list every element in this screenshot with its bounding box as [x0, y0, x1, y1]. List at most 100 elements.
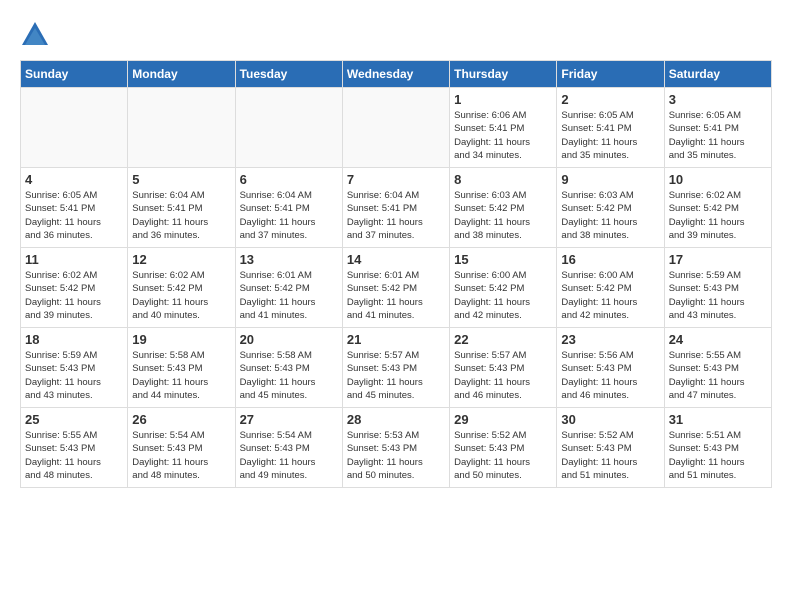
calendar-week-row: 1Sunrise: 6:06 AM Sunset: 5:41 PM Daylig…: [21, 88, 772, 168]
weekday-header: Monday: [128, 61, 235, 88]
calendar-cell: 30Sunrise: 5:52 AM Sunset: 5:43 PM Dayli…: [557, 408, 664, 488]
calendar-cell: 11 Sunrise: 6:02 AM Sunset: 5:42 PM Dayli…: [21, 248, 128, 328]
day-number: 22: [454, 332, 552, 347]
calendar-header-row: SundayMondayTuesdayWednesdayThursdayFrid…: [21, 61, 772, 88]
day-number: 1: [454, 92, 552, 107]
day-info: Sunrise: 6:01 AM Sunset: 5:42 PM Dayligh…: [240, 269, 338, 322]
day-info: Sunrise: 6:00 AM Sunset: 5:42 PM Dayligh…: [454, 269, 552, 322]
day-number: 3: [669, 92, 767, 107]
calendar-cell: 27 Sunrise: 5:54 AM Sunset: 5:43 PM Dayli…: [235, 408, 342, 488]
day-number: 29: [454, 412, 552, 427]
calendar-cell: 12Sunrise: 6:02 AM Sunset: 5:42 PM Dayli…: [128, 248, 235, 328]
weekday-header: Saturday: [664, 61, 771, 88]
day-number: 30: [561, 412, 659, 427]
calendar-cell: 4Sunrise: 6:05 AM Sunset: 5:41 PM Daylig…: [21, 168, 128, 248]
day-info: Sunrise: 5:54 AM Sunset: 5:43 PM Dayligh…: [132, 429, 230, 482]
weekday-header: Sunday: [21, 61, 128, 88]
logo-icon: [20, 20, 50, 50]
day-number: 6: [240, 172, 338, 187]
day-info: Sunrise: 5:54 AM Sunset: 5:43 PM Dayligh…: [240, 429, 338, 482]
calendar-table: SundayMondayTuesdayWednesdayThursdayFrid…: [20, 60, 772, 488]
day-info: Sunrise: 6:03 AM Sunset: 5:42 PM Dayligh…: [454, 189, 552, 242]
calendar-cell: 6 Sunrise: 6:04 AM Sunset: 5:41 PM Daylig…: [235, 168, 342, 248]
calendar-cell: [342, 88, 449, 168]
day-number: 14: [347, 252, 445, 267]
day-info: Sunrise: 6:04 AM Sunset: 5:41 PM Dayligh…: [132, 189, 230, 242]
calendar-cell: 17Sunrise: 5:59 AM Sunset: 5:43 PM Dayli…: [664, 248, 771, 328]
day-number: 16: [561, 252, 659, 267]
calendar-week-row: 4Sunrise: 6:05 AM Sunset: 5:41 PM Daylig…: [21, 168, 772, 248]
calendar-cell: 16 Sunrise: 6:00 AM Sunset: 5:42 PM Dayli…: [557, 248, 664, 328]
calendar-week-row: 18 Sunrise: 5:59 AM Sunset: 5:43 PM Dayli…: [21, 328, 772, 408]
calendar-week-row: 11 Sunrise: 6:02 AM Sunset: 5:42 PM Dayli…: [21, 248, 772, 328]
weekday-header: Thursday: [450, 61, 557, 88]
day-number: 21: [347, 332, 445, 347]
calendar-cell: 14 Sunrise: 6:01 AM Sunset: 5:42 PM Dayli…: [342, 248, 449, 328]
calendar-cell: 28 Sunrise: 5:53 AM Sunset: 5:43 PM Dayli…: [342, 408, 449, 488]
calendar-cell: 10 Sunrise: 6:02 AM Sunset: 5:42 PM Dayli…: [664, 168, 771, 248]
day-number: 24: [669, 332, 767, 347]
day-info: Sunrise: 6:02 AM Sunset: 5:42 PM Dayligh…: [25, 269, 123, 322]
day-number: 26: [132, 412, 230, 427]
calendar-week-row: 25Sunrise: 5:55 AM Sunset: 5:43 PM Dayli…: [21, 408, 772, 488]
day-number: 19: [132, 332, 230, 347]
calendar-cell: 19 Sunrise: 5:58 AM Sunset: 5:43 PM Dayli…: [128, 328, 235, 408]
calendar-cell: 31 Sunrise: 5:51 AM Sunset: 5:43 PM Dayli…: [664, 408, 771, 488]
day-number: 7: [347, 172, 445, 187]
calendar-cell: 5 Sunrise: 6:04 AM Sunset: 5:41 PM Daylig…: [128, 168, 235, 248]
calendar-cell: [21, 88, 128, 168]
calendar-cell: 1Sunrise: 6:06 AM Sunset: 5:41 PM Daylig…: [450, 88, 557, 168]
day-number: 5: [132, 172, 230, 187]
calendar-cell: 7 Sunrise: 6:04 AM Sunset: 5:41 PM Daylig…: [342, 168, 449, 248]
calendar-cell: 8 Sunrise: 6:03 AM Sunset: 5:42 PM Daylig…: [450, 168, 557, 248]
day-info: Sunrise: 5:53 AM Sunset: 5:43 PM Dayligh…: [347, 429, 445, 482]
calendar-cell: 2Sunrise: 6:05 AM Sunset: 5:41 PM Daylig…: [557, 88, 664, 168]
calendar-cell: 21Sunrise: 5:57 AM Sunset: 5:43 PM Dayli…: [342, 328, 449, 408]
day-info: Sunrise: 5:58 AM Sunset: 5:43 PM Dayligh…: [240, 349, 338, 402]
calendar-cell: 25Sunrise: 5:55 AM Sunset: 5:43 PM Dayli…: [21, 408, 128, 488]
day-number: 2: [561, 92, 659, 107]
calendar-cell: 9 Sunrise: 6:03 AM Sunset: 5:42 PM Daylig…: [557, 168, 664, 248]
calendar-cell: 20 Sunrise: 5:58 AM Sunset: 5:43 PM Dayli…: [235, 328, 342, 408]
day-info: Sunrise: 5:55 AM Sunset: 5:43 PM Dayligh…: [25, 429, 123, 482]
day-number: 28: [347, 412, 445, 427]
day-info: Sunrise: 6:03 AM Sunset: 5:42 PM Dayligh…: [561, 189, 659, 242]
day-info: Sunrise: 6:04 AM Sunset: 5:41 PM Dayligh…: [347, 189, 445, 242]
day-info: Sunrise: 5:52 AM Sunset: 5:43 PM Dayligh…: [454, 429, 552, 482]
day-info: Sunrise: 5:56 AM Sunset: 5:43 PM Dayligh…: [561, 349, 659, 402]
logo: [20, 20, 54, 50]
day-number: 15: [454, 252, 552, 267]
day-number: 13: [240, 252, 338, 267]
calendar-cell: 29 Sunrise: 5:52 AM Sunset: 5:43 PM Dayli…: [450, 408, 557, 488]
day-number: 20: [240, 332, 338, 347]
day-info: Sunrise: 6:04 AM Sunset: 5:41 PM Dayligh…: [240, 189, 338, 242]
day-info: Sunrise: 6:01 AM Sunset: 5:42 PM Dayligh…: [347, 269, 445, 322]
weekday-header: Tuesday: [235, 61, 342, 88]
calendar-cell: 22 Sunrise: 5:57 AM Sunset: 5:43 PM Dayli…: [450, 328, 557, 408]
day-info: Sunrise: 5:51 AM Sunset: 5:43 PM Dayligh…: [669, 429, 767, 482]
day-number: 8: [454, 172, 552, 187]
day-number: 27: [240, 412, 338, 427]
day-info: Sunrise: 6:05 AM Sunset: 5:41 PM Dayligh…: [25, 189, 123, 242]
calendar-cell: 24 Sunrise: 5:55 AM Sunset: 5:43 PM Dayli…: [664, 328, 771, 408]
calendar-cell: 15 Sunrise: 6:00 AM Sunset: 5:42 PM Dayli…: [450, 248, 557, 328]
calendar-cell: 23 Sunrise: 5:56 AM Sunset: 5:43 PM Dayli…: [557, 328, 664, 408]
day-info: Sunrise: 5:59 AM Sunset: 5:43 PM Dayligh…: [669, 269, 767, 322]
calendar-cell: [235, 88, 342, 168]
day-number: 12: [132, 252, 230, 267]
day-info: Sunrise: 5:55 AM Sunset: 5:43 PM Dayligh…: [669, 349, 767, 402]
day-number: 31: [669, 412, 767, 427]
page-header: [20, 20, 772, 50]
day-info: Sunrise: 6:02 AM Sunset: 5:42 PM Dayligh…: [669, 189, 767, 242]
day-number: 18: [25, 332, 123, 347]
day-number: 10: [669, 172, 767, 187]
day-info: Sunrise: 6:00 AM Sunset: 5:42 PM Dayligh…: [561, 269, 659, 322]
day-number: 11: [25, 252, 123, 267]
day-number: 23: [561, 332, 659, 347]
day-info: Sunrise: 5:57 AM Sunset: 5:43 PM Dayligh…: [454, 349, 552, 402]
day-number: 9: [561, 172, 659, 187]
calendar-cell: 13 Sunrise: 6:01 AM Sunset: 5:42 PM Dayli…: [235, 248, 342, 328]
day-info: Sunrise: 5:59 AM Sunset: 5:43 PM Dayligh…: [25, 349, 123, 402]
day-info: Sunrise: 5:58 AM Sunset: 5:43 PM Dayligh…: [132, 349, 230, 402]
calendar-cell: 18 Sunrise: 5:59 AM Sunset: 5:43 PM Dayli…: [21, 328, 128, 408]
